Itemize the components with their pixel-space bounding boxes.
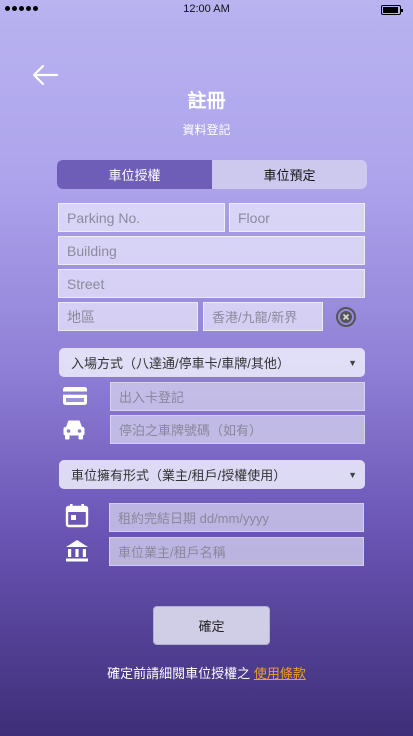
owner-tenant-name-field[interactable]: 車位業主/租戶名稱 — [109, 537, 364, 566]
confirm-button[interactable]: 確定 — [153, 606, 270, 645]
license-plate-field[interactable]: 停泊之車牌號碼（如有） — [110, 415, 365, 444]
district-field[interactable]: 地區 — [58, 302, 198, 331]
terms-notice: 確定前請細閱車位授權之 使用條款 — [0, 663, 413, 682]
floor-field[interactable]: Floor — [229, 203, 365, 232]
status-time: 12:00 AM — [183, 3, 230, 15]
ownership-form-value: 車位擁有形式（業主/租戶/授權使用） — [71, 468, 287, 483]
street-field[interactable]: Street — [58, 269, 365, 298]
credit-card-icon — [63, 387, 87, 405]
terms-text: 確定前請細閱車位授權之 — [107, 666, 251, 681]
page-subtitle: 資料登記 — [182, 123, 231, 137]
clear-icon[interactable] — [335, 306, 357, 328]
entry-method-select[interactable]: 入場方式（八達通/停車卡/車牌/其他） ▼ — [59, 348, 365, 377]
terms-of-use-link[interactable]: 使用條款 — [254, 666, 306, 681]
entry-method-value: 入場方式（八達通/停車卡/車牌/其他） — [71, 356, 290, 371]
status-bar: 12:00 AM — [0, 0, 413, 20]
access-card-field[interactable]: 出入卡登記 — [110, 382, 365, 411]
arrow-left-icon[interactable] — [30, 62, 60, 88]
tab-bar: 車位授權 車位預定 — [57, 160, 367, 189]
building-field[interactable]: Building — [58, 236, 365, 265]
parking-no-field[interactable]: Parking No. — [58, 203, 225, 232]
tab-parking-reservation[interactable]: 車位預定 — [212, 160, 367, 189]
tab-parking-authorization[interactable]: 車位授權 — [57, 160, 212, 189]
car-icon — [63, 420, 85, 440]
chevron-down-icon: ▼ — [348, 358, 357, 368]
chevron-down-icon: ▼ — [348, 470, 357, 480]
ownership-form-select[interactable]: 車位擁有形式（業主/租戶/授權使用） ▼ — [59, 460, 365, 489]
battery-icon — [381, 5, 403, 15]
calendar-icon — [65, 504, 89, 528]
region-field[interactable]: 香港/九龍/新界 — [203, 302, 323, 331]
page-title: 註冊 — [187, 91, 226, 112]
lease-end-date-field[interactable]: 租約完結日期 dd/mm/yyyy — [109, 503, 364, 532]
bank-icon — [66, 540, 88, 562]
